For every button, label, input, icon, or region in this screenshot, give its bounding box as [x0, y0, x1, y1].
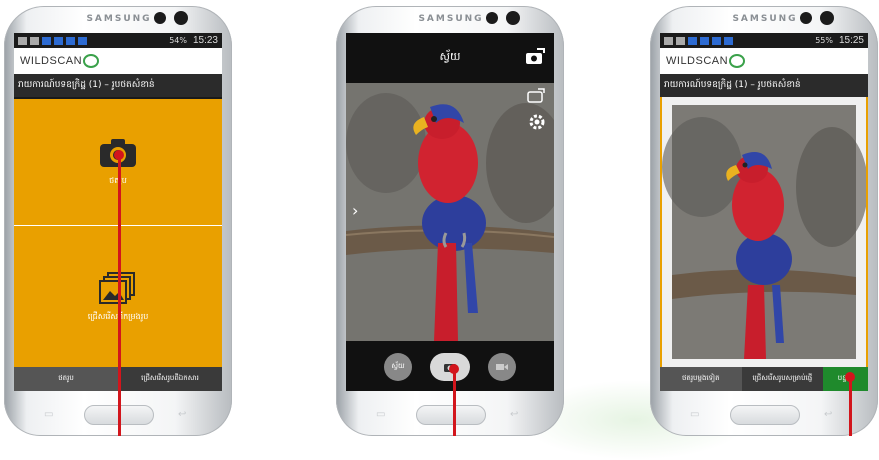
app-notification-icon [54, 36, 63, 45]
phone-3: SAMSUNG 55% 15:25 WILDSCAN រាយការណ៍បទឧក្… [650, 0, 879, 436]
switch-camera-icon[interactable] [524, 47, 546, 67]
camera-mode-title: ស្វ័យ [439, 50, 461, 63]
menu-key-icon[interactable]: ▭ [44, 409, 58, 420]
menu-key-icon[interactable]: ▭ [690, 409, 704, 420]
screen: 55% 15:25 WILDSCAN រាយការណ៍បទឧក្រិដ្ឋ (1… [660, 33, 868, 391]
parrot-photo [662, 105, 868, 359]
app-logo: WILDSCAN [666, 55, 729, 67]
brand-label: SAMSUNG [86, 14, 152, 24]
settings-icon[interactable] [528, 113, 546, 131]
phone-2: SAMSUNG ស្វ័យ › ស្វ័យ ▭ ↩ [336, 0, 566, 436]
screen: ស្វ័យ › ស្វ័យ [346, 33, 554, 391]
camera-mode-bar: ស្វ័យ [346, 33, 554, 83]
front-camera-icon [800, 12, 812, 24]
battery-level: 54% [169, 36, 187, 45]
brand-label: SAMSUNG [732, 14, 798, 24]
page-title: រាយការណ៍បទឧក្រិដ្ឋ (1) – រូបថតសំខាន់ [14, 74, 222, 97]
back-key-icon[interactable]: ↩ [824, 409, 838, 420]
mode-toggle-button[interactable]: ស្វ័យ [384, 353, 412, 381]
pointer-line [453, 372, 456, 436]
video-icon [496, 364, 508, 370]
clock: 15:25 [838, 35, 864, 46]
battery-level: 55% [815, 36, 833, 45]
pointer-line [118, 158, 121, 436]
page-title: រាយការណ៍បទឧក្រិដ្ឋ (1) – រូបថតសំខាន់ [660, 74, 868, 97]
app-notification-icon [66, 36, 75, 45]
photo-preview-frame [660, 97, 868, 367]
bottom-bar: ថតរូបម្តងទៀត ជ្រើសរើសរូបសម្រាប់ផ្ញើ បន្ទ… [660, 367, 868, 391]
brand-label: SAMSUNG [418, 14, 484, 24]
camera-flip-icon[interactable] [526, 87, 546, 105]
take-photo-button[interactable]: ថតរូប [14, 367, 118, 391]
app-notification-icon [78, 36, 87, 45]
app-notification-icon [712, 36, 721, 45]
home-button[interactable] [416, 405, 486, 425]
camera-viewfinder: › [346, 83, 554, 341]
image-notification-icon [30, 36, 39, 45]
chevron-right-icon[interactable]: › [352, 201, 358, 220]
status-bar: 54% 15:23 [14, 33, 222, 48]
app-notification-icon [42, 36, 51, 45]
front-camera-icon [486, 12, 498, 24]
app-bar: WILDSCAN [14, 48, 222, 74]
clock: 15:23 [192, 35, 218, 46]
select-photo-button[interactable]: ជ្រើសរើសរូបសម្រាប់ផ្ញើ [741, 367, 824, 391]
phone-1: SAMSUNG 54% 15:23 WILDSCAN រាយការណ៍បទឧក្… [4, 0, 234, 436]
menu-key-icon[interactable]: ▭ [376, 409, 390, 420]
camera-lens-icon [820, 11, 834, 25]
pointer-line [849, 380, 852, 436]
back-key-icon[interactable]: ↩ [510, 409, 524, 420]
status-bar: 55% 15:25 [660, 33, 868, 48]
front-camera-icon [154, 12, 166, 24]
logo-leaf-icon [83, 54, 100, 68]
app-notification-icon [700, 36, 709, 45]
parrot-photo [346, 83, 554, 341]
app-bar: WILDSCAN [660, 48, 868, 74]
back-notification-icon [664, 36, 673, 45]
retake-photo-button[interactable]: ថតរូបម្តងទៀត [660, 367, 742, 391]
app-logo: WILDSCAN [20, 55, 83, 67]
choose-file-button[interactable]: ជ្រើសរើសរូបពីឯកសារ [118, 367, 222, 391]
back-key-icon[interactable]: ↩ [178, 409, 192, 420]
home-button[interactable] [730, 405, 800, 425]
back-notification-icon [18, 36, 27, 45]
app-notification-icon [688, 36, 697, 45]
logo-leaf-icon [729, 54, 746, 68]
camera-lens-icon [506, 11, 520, 25]
camera-lens-icon [174, 11, 188, 25]
image-notification-icon [676, 36, 685, 45]
app-notification-icon [724, 36, 733, 45]
video-button[interactable] [488, 353, 516, 381]
